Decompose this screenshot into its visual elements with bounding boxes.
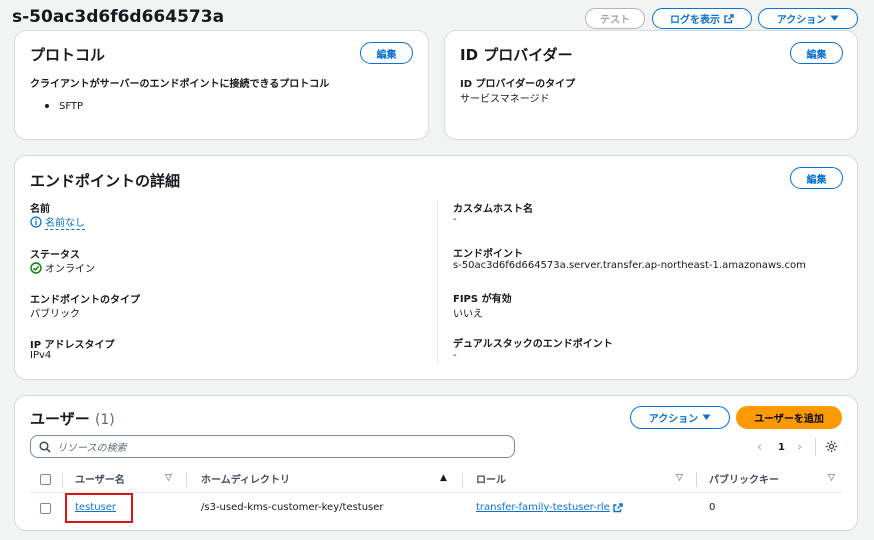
table-row: testuser bbox=[75, 502, 116, 513]
idp-edit-button[interactable]: 編集 bbox=[790, 42, 843, 64]
page-header: s-50ac3d6f6d664573a テスト ログを表示 アクション bbox=[0, 0, 874, 34]
column-divider bbox=[437, 200, 438, 365]
table-header-divider bbox=[30, 492, 842, 493]
users-count: (1) bbox=[94, 412, 115, 428]
bullet-icon bbox=[45, 104, 49, 108]
users-card bbox=[14, 395, 858, 531]
prev-page-icon[interactable]: ‹ bbox=[757, 440, 762, 455]
idp-type-label: ID プロバイダーのタイプ bbox=[460, 79, 576, 90]
sort-caret-icon[interactable]: ▽ bbox=[828, 473, 835, 483]
caret-down-icon bbox=[702, 414, 711, 421]
endpoint-type-value: パブリック bbox=[30, 309, 80, 320]
role-link[interactable]: transfer-family-testuser-rle bbox=[476, 502, 610, 513]
row-checkbox[interactable] bbox=[40, 503, 51, 514]
endpoint-url-value: s-50ac3d6f6d664573a.server.transfer.ap-n… bbox=[453, 260, 806, 271]
idp-title: ID プロバイダー bbox=[460, 46, 573, 64]
protocol-card: プロトコル 編集 クライアントがサーバーのエンドポイントに接続できるプロトコル … bbox=[14, 30, 429, 140]
home-directory-cell: /s3-used-kms-customer-key/testuser bbox=[201, 502, 384, 513]
endpoint-name-value[interactable]: 名前なし bbox=[30, 214, 85, 230]
external-link-icon bbox=[613, 502, 623, 513]
users-actions-label: アクション bbox=[648, 414, 699, 425]
users-title: ユーザー (1) bbox=[30, 408, 115, 429]
column-separator bbox=[186, 472, 187, 487]
endpoint-name-link[interactable]: 名前なし bbox=[45, 214, 85, 230]
endpoint-card: エンドポイントの詳細 編集 名前 名前なし ステータス オンライン エンドポイン… bbox=[14, 155, 858, 380]
col-home-directory[interactable]: ホームディレクトリ bbox=[201, 471, 290, 486]
check-circle-icon bbox=[30, 261, 42, 274]
view-logs-label: ログを表示 bbox=[670, 15, 720, 26]
fips-value: いいえ bbox=[453, 309, 483, 320]
endpoint-type-label: エンドポイントのタイプ bbox=[30, 295, 140, 306]
endpoint-name-label: 名前 bbox=[30, 204, 50, 215]
role-cell[interactable]: transfer-family-testuser-rle bbox=[476, 502, 623, 513]
sort-caret-icon[interactable]: ▽ bbox=[165, 473, 172, 483]
sort-caret-icon[interactable]: ▽ bbox=[676, 473, 683, 483]
fips-label: FIPS が有効 bbox=[453, 294, 512, 305]
custom-host-label: カスタムホスト名 bbox=[453, 204, 533, 215]
col-public-keys[interactable]: パブリックキー bbox=[709, 471, 779, 486]
public-keys-cell: 0 bbox=[709, 502, 716, 513]
idp-card: ID プロバイダー 編集 ID プロバイダーのタイプ サービスマネージド bbox=[444, 30, 858, 140]
add-user-label: ユーザーを追加 bbox=[754, 414, 824, 425]
users-actions-button[interactable]: アクション bbox=[630, 406, 730, 429]
pagination-divider bbox=[815, 438, 816, 456]
custom-host-value: - bbox=[453, 214, 457, 225]
header-actions-label: アクション bbox=[776, 15, 827, 26]
endpoint-status-value: オンライン bbox=[30, 260, 95, 275]
settings-gear-icon[interactable] bbox=[825, 440, 838, 453]
external-link-icon bbox=[724, 13, 734, 24]
dualstack-label: デュアルスタックのエンドポイント bbox=[453, 339, 613, 350]
protocol-field-label: クライアントがサーバーのエンドポイントに接続できるプロトコル bbox=[30, 79, 330, 90]
test-button[interactable]: テスト bbox=[585, 8, 645, 29]
test-button-label: テスト bbox=[600, 15, 630, 26]
endpoint-title: エンドポイントの詳細 bbox=[30, 172, 181, 190]
page-title: s-50ac3d6f6d664573a bbox=[12, 7, 225, 27]
idp-type-value: サービスマネージド bbox=[460, 94, 550, 105]
endpoint-status-label: ステータス bbox=[30, 250, 80, 261]
page-number[interactable]: 1 bbox=[778, 442, 785, 453]
info-icon bbox=[30, 216, 42, 228]
next-page-icon[interactable]: › bbox=[797, 440, 802, 455]
view-logs-button[interactable]: ログを表示 bbox=[652, 8, 752, 29]
protocol-item-label: SFTP bbox=[59, 101, 84, 112]
endpoint-ip-value: IPv4 bbox=[30, 350, 52, 361]
col-username[interactable]: ユーザー名 bbox=[75, 471, 125, 486]
search-input[interactable]: リソースの検索 bbox=[30, 435, 515, 458]
column-separator bbox=[462, 472, 463, 487]
search-icon bbox=[39, 440, 51, 453]
search-placeholder: リソースの検索 bbox=[57, 443, 127, 454]
endpoint-edit-button[interactable]: 編集 bbox=[790, 167, 843, 189]
column-separator bbox=[696, 472, 697, 487]
protocol-edit-button[interactable]: 編集 bbox=[360, 42, 413, 64]
select-all-checkbox[interactable] bbox=[40, 474, 51, 485]
col-role[interactable]: ロール bbox=[476, 471, 506, 486]
add-user-button[interactable]: ユーザーを追加 bbox=[736, 406, 842, 429]
endpoint-url-label: エンドポイント bbox=[453, 249, 523, 260]
caret-down-icon bbox=[830, 15, 839, 22]
protocol-title: プロトコル bbox=[30, 46, 106, 64]
endpoint-ip-label: IP アドレスタイプ bbox=[30, 340, 115, 351]
dualstack-value: - bbox=[453, 350, 457, 361]
endpoint-status-text: オンライン bbox=[45, 264, 95, 275]
protocol-list-item: SFTP bbox=[45, 101, 83, 112]
sort-ascending-icon[interactable]: ▲ bbox=[440, 473, 447, 483]
username-link[interactable]: testuser bbox=[75, 502, 116, 513]
header-actions-button[interactable]: アクション bbox=[758, 8, 858, 29]
column-separator bbox=[62, 472, 63, 487]
users-title-text: ユーザー bbox=[30, 410, 90, 428]
